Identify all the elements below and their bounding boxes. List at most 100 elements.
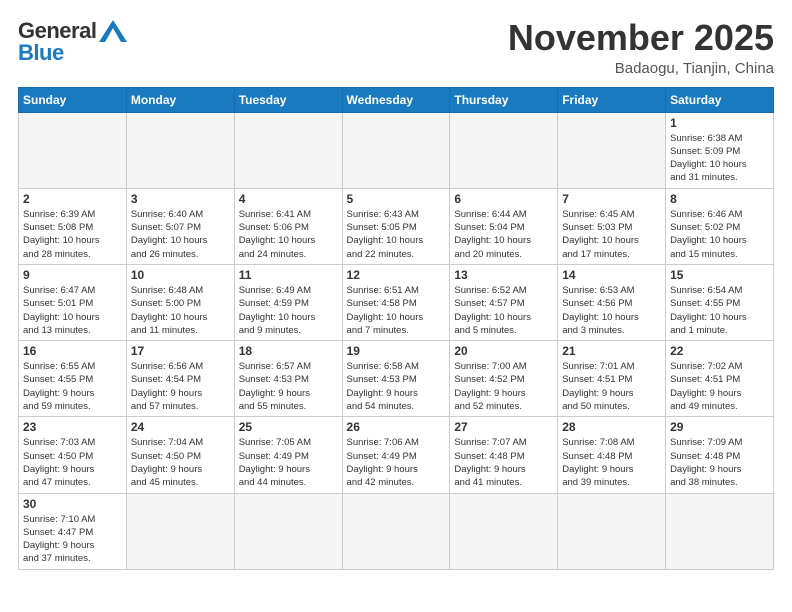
calendar-cell: 29Sunrise: 7:09 AMSunset: 4:48 PMDayligh…: [666, 417, 774, 493]
logo: General Blue: [18, 18, 127, 66]
day-info: Sunrise: 7:06 AMSunset: 4:49 PMDaylight:…: [347, 436, 446, 489]
day-info: Sunrise: 7:00 AMSunset: 4:52 PMDaylight:…: [454, 360, 553, 413]
day-info: Sunrise: 6:56 AMSunset: 4:54 PMDaylight:…: [131, 360, 230, 413]
day-info: Sunrise: 6:43 AMSunset: 5:05 PMDaylight:…: [347, 208, 446, 261]
calendar-cell: 15Sunrise: 6:54 AMSunset: 4:55 PMDayligh…: [666, 264, 774, 340]
day-number: 22: [670, 344, 769, 358]
weekday-header-wednesday: Wednesday: [342, 87, 450, 112]
calendar-cell: [19, 112, 127, 188]
calendar-cell: 27 Sunrise: 7:07 AMSunset: 4:48 PMDayligh…: [450, 417, 558, 493]
day-number: 2: [23, 192, 122, 206]
calendar-cell: 24Sunrise: 7:04 AMSunset: 4:50 PMDayligh…: [126, 417, 234, 493]
weekday-header-sunday: Sunday: [19, 87, 127, 112]
calendar-week-4: 23Sunrise: 7:03 AMSunset: 4:50 PMDayligh…: [19, 417, 774, 493]
day-info: Sunrise: 7:10 AMSunset: 4:47 PMDaylight:…: [23, 513, 122, 566]
calendar-week-3: 16 Sunrise: 6:55 AMSunset: 4:55 PMDayligh…: [19, 341, 774, 417]
day-number: 23: [23, 420, 122, 434]
day-number: 17: [131, 344, 230, 358]
weekday-header-monday: Monday: [126, 87, 234, 112]
calendar-cell: 16 Sunrise: 6:55 AMSunset: 4:55 PMDayligh…: [19, 341, 127, 417]
location: Badaogu, Tianjin, China: [508, 60, 774, 77]
calendar-header-row: SundayMondayTuesdayWednesdayThursdayFrid…: [19, 87, 774, 112]
day-info: Sunrise: 7:05 AMSunset: 4:49 PMDaylight:…: [239, 436, 338, 489]
month-title: November 2025: [508, 18, 774, 58]
calendar-cell: [342, 112, 450, 188]
calendar-cell: 4Sunrise: 6:41 AMSunset: 5:06 PMDaylight…: [234, 188, 342, 264]
day-number: 10: [131, 268, 230, 282]
day-info: Sunrise: 6:57 AMSunset: 4:53 PMDaylight:…: [239, 360, 338, 413]
day-number: 21: [562, 344, 661, 358]
calendar-cell: 12 Sunrise: 6:51 AMSunset: 4:58 PMDayligh…: [342, 264, 450, 340]
day-number: 26: [347, 420, 446, 434]
calendar-cell: 6 Sunrise: 6:44 AMSunset: 5:04 PMDaylight…: [450, 188, 558, 264]
calendar-cell: 14Sunrise: 6:53 AMSunset: 4:56 PMDayligh…: [558, 264, 666, 340]
calendar-cell: [666, 493, 774, 569]
day-info: Sunrise: 6:51 AMSunset: 4:58 PMDaylight:…: [347, 284, 446, 337]
day-number: 16: [23, 344, 122, 358]
day-number: 6: [454, 192, 553, 206]
day-info: Sunrise: 6:46 AMSunset: 5:02 PMDaylight:…: [670, 208, 769, 261]
day-info: Sunrise: 6:41 AMSunset: 5:06 PMDaylight:…: [239, 208, 338, 261]
calendar-cell: [558, 493, 666, 569]
day-info: Sunrise: 6:55 AMSunset: 4:55 PMDaylight:…: [23, 360, 122, 413]
day-number: 25: [239, 420, 338, 434]
day-info: Sunrise: 6:47 AMSunset: 5:01 PMDaylight:…: [23, 284, 122, 337]
day-number: 7: [562, 192, 661, 206]
day-number: 27: [454, 420, 553, 434]
day-info: Sunrise: 7:04 AMSunset: 4:50 PMDaylight:…: [131, 436, 230, 489]
logo-blue: Blue: [18, 40, 64, 66]
weekday-header-thursday: Thursday: [450, 87, 558, 112]
calendar-cell: 5Sunrise: 6:43 AMSunset: 5:05 PMDaylight…: [342, 188, 450, 264]
calendar-cell: 1Sunrise: 6:38 AMSunset: 5:09 PMDaylight…: [666, 112, 774, 188]
day-number: 29: [670, 420, 769, 434]
calendar-cell: 25 Sunrise: 7:05 AMSunset: 4:49 PMDayligh…: [234, 417, 342, 493]
calendar-cell: [450, 493, 558, 569]
calendar-cell: 23Sunrise: 7:03 AMSunset: 4:50 PMDayligh…: [19, 417, 127, 493]
calendar-cell: [450, 112, 558, 188]
weekday-header-saturday: Saturday: [666, 87, 774, 112]
calendar-cell: [234, 493, 342, 569]
calendar-cell: 7 Sunrise: 6:45 AMSunset: 5:03 PMDaylight…: [558, 188, 666, 264]
title-section: November 2025 Badaogu, Tianjin, China: [508, 18, 774, 77]
calendar-cell: 30Sunrise: 7:10 AMSunset: 4:47 PMDayligh…: [19, 493, 127, 569]
day-info: Sunrise: 6:49 AMSunset: 4:59 PMDaylight:…: [239, 284, 338, 337]
weekday-header-friday: Friday: [558, 87, 666, 112]
day-number: 12: [347, 268, 446, 282]
calendar-cell: 19 Sunrise: 6:58 AMSunset: 4:53 PMDayligh…: [342, 341, 450, 417]
calendar-cell: 3 Sunrise: 6:40 AMSunset: 5:07 PMDaylight…: [126, 188, 234, 264]
day-number: 13: [454, 268, 553, 282]
calendar-cell: [342, 493, 450, 569]
day-number: 8: [670, 192, 769, 206]
day-info: Sunrise: 6:45 AMSunset: 5:03 PMDaylight:…: [562, 208, 661, 261]
day-number: 20: [454, 344, 553, 358]
calendar-cell: 13Sunrise: 6:52 AMSunset: 4:57 PMDayligh…: [450, 264, 558, 340]
day-number: 19: [347, 344, 446, 358]
day-info: Sunrise: 7:02 AMSunset: 4:51 PMDaylight:…: [670, 360, 769, 413]
day-number: 18: [239, 344, 338, 358]
day-info: Sunrise: 7:07 AMSunset: 4:48 PMDaylight:…: [454, 436, 553, 489]
day-number: 11: [239, 268, 338, 282]
day-number: 3: [131, 192, 230, 206]
page: General Blue November 2025 Badaogu, Tian…: [0, 0, 792, 612]
calendar-cell: [558, 112, 666, 188]
calendar-cell: 26 Sunrise: 7:06 AMSunset: 4:49 PMDayligh…: [342, 417, 450, 493]
day-number: 28: [562, 420, 661, 434]
calendar: SundayMondayTuesdayWednesdayThursdayFrid…: [18, 87, 774, 570]
logo-icon: [99, 20, 127, 42]
calendar-week-0: 1Sunrise: 6:38 AMSunset: 5:09 PMDaylight…: [19, 112, 774, 188]
day-info: Sunrise: 6:38 AMSunset: 5:09 PMDaylight:…: [670, 132, 769, 185]
day-number: 14: [562, 268, 661, 282]
calendar-cell: 21Sunrise: 7:01 AMSunset: 4:51 PMDayligh…: [558, 341, 666, 417]
calendar-cell: 2Sunrise: 6:39 AMSunset: 5:08 PMDaylight…: [19, 188, 127, 264]
day-info: Sunrise: 6:44 AMSunset: 5:04 PMDaylight:…: [454, 208, 553, 261]
calendar-body: 1Sunrise: 6:38 AMSunset: 5:09 PMDaylight…: [19, 112, 774, 569]
weekday-header-tuesday: Tuesday: [234, 87, 342, 112]
day-info: Sunrise: 6:58 AMSunset: 4:53 PMDaylight:…: [347, 360, 446, 413]
calendar-cell: 10Sunrise: 6:48 AMSunset: 5:00 PMDayligh…: [126, 264, 234, 340]
day-number: 15: [670, 268, 769, 282]
day-info: Sunrise: 6:40 AMSunset: 5:07 PMDaylight:…: [131, 208, 230, 261]
calendar-cell: [126, 112, 234, 188]
calendar-cell: 17 Sunrise: 6:56 AMSunset: 4:54 PMDayligh…: [126, 341, 234, 417]
calendar-cell: [126, 493, 234, 569]
calendar-week-5: 30Sunrise: 7:10 AMSunset: 4:47 PMDayligh…: [19, 493, 774, 569]
